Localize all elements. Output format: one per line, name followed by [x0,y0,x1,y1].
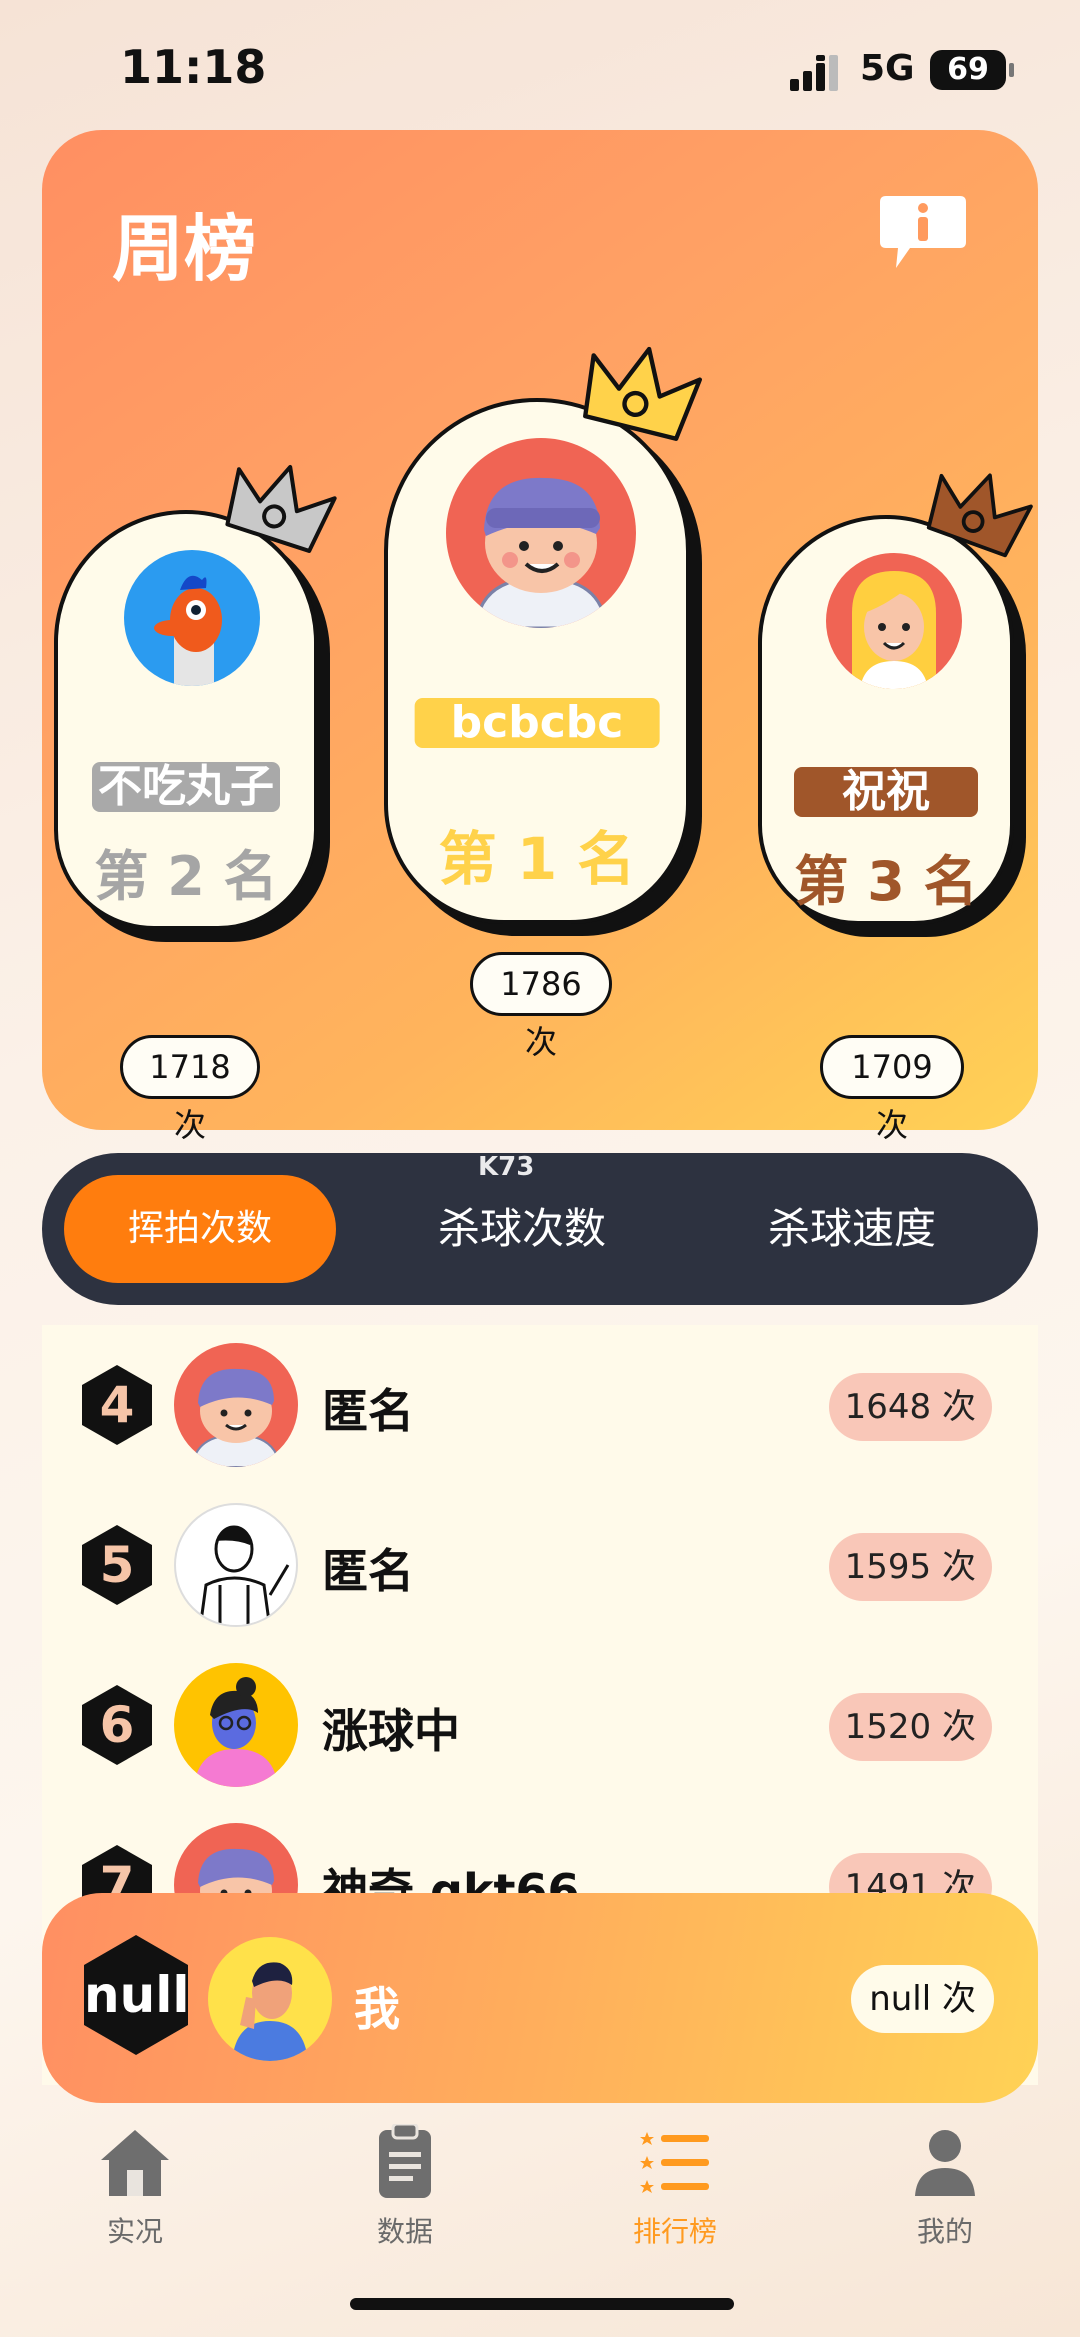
nav-live[interactable]: 实况 [35,2124,235,2254]
row-user-name: 涨球中 [322,1704,460,1758]
avatar [124,550,260,686]
bottom-nav: 实况 数据 排行榜 我的 [0,2110,1080,2310]
avatar [174,1663,298,1787]
my-rank-number: null [84,1966,190,2024]
my-name: 我 [354,1982,400,2036]
second-place-rank: 第 2 名 [94,845,278,908]
nav-label: 数据 [376,2215,433,2248]
second-place-name: 不吃丸子 [92,762,280,812]
leaderboard-title: 周榜 [112,207,257,291]
status-time: 11:18 [120,40,267,94]
battery-icon: 69 [930,50,1014,90]
third-place-name: 祝祝 [794,767,978,817]
my-rank-card[interactable]: null 我 null 次 [42,1893,1038,2103]
first-place-name: bcbcbc [414,698,660,748]
ranking-list-icon [640,2132,709,2193]
my-count-badge: null 次 [851,1965,994,2033]
third-place-count: 1709 次 [820,1035,964,1144]
rank-number: 6 [99,1696,135,1754]
clipboard-icon [379,2124,431,2198]
nav-label: 实况 [106,2215,163,2248]
row-count-badge: 1520 次 [828,1693,992,1761]
avatar [208,1937,332,2061]
row-count-badge: 1595 次 [828,1533,992,1601]
avatar [174,1343,298,1467]
podium-first-place[interactable]: bcbcbc 第 1 名 [384,398,690,924]
info-icon[interactable] [878,190,968,280]
nav-leaderboard[interactable]: 排行榜 [575,2124,775,2254]
tab-smash-count[interactable]: 杀球次数 [382,1175,662,1283]
nav-label: 排行榜 [632,2215,717,2248]
watermark: K73 [478,1152,535,1182]
third-place-rank: 第 3 名 [794,850,978,913]
row-user-name: 匿名 [322,1544,414,1598]
tab-swing-count[interactable]: 挥拍次数 [64,1175,336,1283]
list-item[interactable]: 4 匿名 1648 次 [42,1325,1038,1485]
home-icon [101,2130,169,2196]
user-icon [915,2130,975,2196]
first-place-rank: 第 1 名 [438,825,636,893]
avatar [446,438,636,628]
rank-number: 4 [99,1376,135,1434]
podium-second-place[interactable]: 不吃丸子 第 2 名 [54,510,318,930]
tab-smash-speed[interactable]: 杀球速度 [702,1175,1002,1283]
podium-third-place[interactable]: 祝祝 第 3 名 [758,515,1014,925]
status-bar: 11:18 5G 69 [0,0,1080,130]
avatar [174,1503,298,1627]
row-count-badge: 1648 次 [828,1373,992,1441]
battery-level: 69 [947,52,989,87]
network-type: 5G [860,48,915,89]
row-user-name: 匿名 [322,1384,414,1438]
nav-label: 我的 [916,2215,973,2248]
list-item[interactable]: 6 涨球中 1520 次 [42,1645,1038,1805]
metric-tab-bar: 挥拍次数 杀球次数 杀球速度 [42,1153,1038,1305]
second-place-count: 1718 次 [120,1035,260,1144]
home-indicator[interactable] [350,2298,734,2310]
list-item[interactable]: 5 匿名 1595 次 [42,1485,1038,1645]
rank-number: 5 [99,1536,135,1594]
nav-data[interactable]: 数据 [305,2124,505,2254]
first-place-count: 1786 次 [470,952,612,1061]
weekly-podium-card: 周榜 不吃丸子 第 2 名 1718 次 bcbcbc 第 1 名 1786 次… [42,130,1038,1144]
nav-mine[interactable]: 我的 [845,2124,1045,2254]
cellular-signal-icon [790,55,838,91]
avatar [826,553,962,689]
